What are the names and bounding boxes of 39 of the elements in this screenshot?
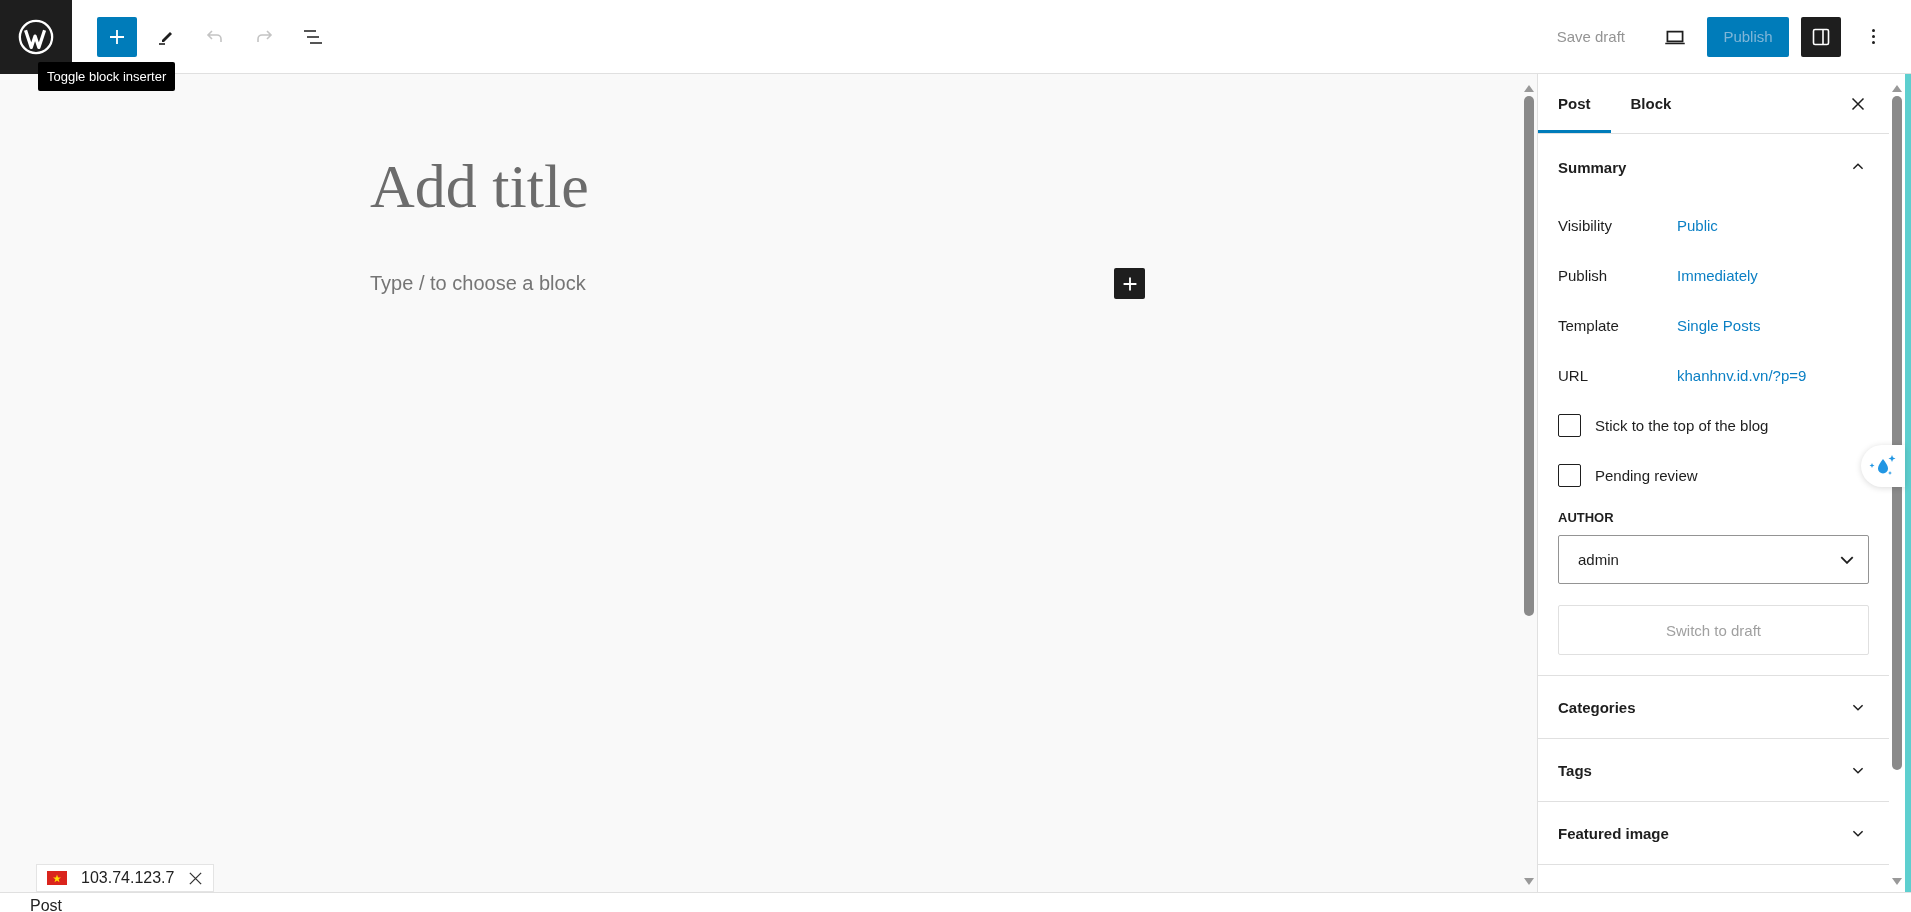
scroll-down-icon[interactable] [1524, 878, 1534, 886]
chevron-down-icon [1840, 555, 1854, 564]
block-placeholder[interactable]: Type / to choose a block [370, 272, 586, 296]
panel-title[interactable]: Featured image [1558, 824, 1669, 842]
field-value-link[interactable]: Public [1677, 216, 1718, 234]
author-label: AUTHOR [1558, 510, 1615, 525]
field-value-link[interactable]: Immediately [1677, 266, 1758, 284]
panel-title[interactable]: Summary [1558, 158, 1627, 176]
field-value-link[interactable]: khanhnv.id.vn/?p=9 [1677, 366, 1807, 384]
author-select[interactable]: admin [1558, 535, 1869, 584]
field-value-link[interactable]: Single Posts [1677, 316, 1761, 334]
checkbox-label[interactable]: Stick to the top of the blog [1595, 416, 1769, 434]
add-block-button[interactable] [1114, 268, 1145, 300]
panel-title[interactable]: Tags [1558, 761, 1592, 779]
sidebar-tab[interactable]: Post [1538, 74, 1611, 133]
field-label: Template [1558, 316, 1620, 334]
checkbox[interactable] [1558, 413, 1581, 437]
more-icon [1871, 29, 1875, 44]
checkbox[interactable] [1558, 463, 1581, 487]
flag-icon [47, 871, 67, 885]
field-label: Visibility [1558, 216, 1613, 234]
scroll-up-icon[interactable] [1524, 84, 1534, 92]
sidebar-tab[interactable]: Block [1610, 74, 1692, 133]
ip-address: 103.74.123.7 [81, 869, 175, 887]
field-label: Publish [1558, 266, 1609, 284]
tooltip: Toggle block inserter [38, 62, 176, 91]
field-label: URL [1558, 366, 1589, 384]
close-icon[interactable] [188, 870, 204, 886]
title-field[interactable]: Add title [370, 152, 1521, 221]
panel-title[interactable]: Categories [1558, 698, 1636, 716]
block-inserter-button[interactable] [97, 16, 137, 57]
scroll-down-icon[interactable] [1892, 878, 1902, 886]
scroll-up-icon[interactable] [1892, 84, 1902, 92]
wordpress-logo-icon [17, 17, 55, 56]
assistant-button[interactable] [1861, 445, 1905, 487]
settings-button[interactable] [1801, 16, 1841, 57]
wordpress-logo[interactable] [0, 0, 72, 74]
breadcrumb[interactable]: Post [30, 898, 62, 912]
checkbox-label[interactable]: Pending review [1595, 466, 1698, 484]
